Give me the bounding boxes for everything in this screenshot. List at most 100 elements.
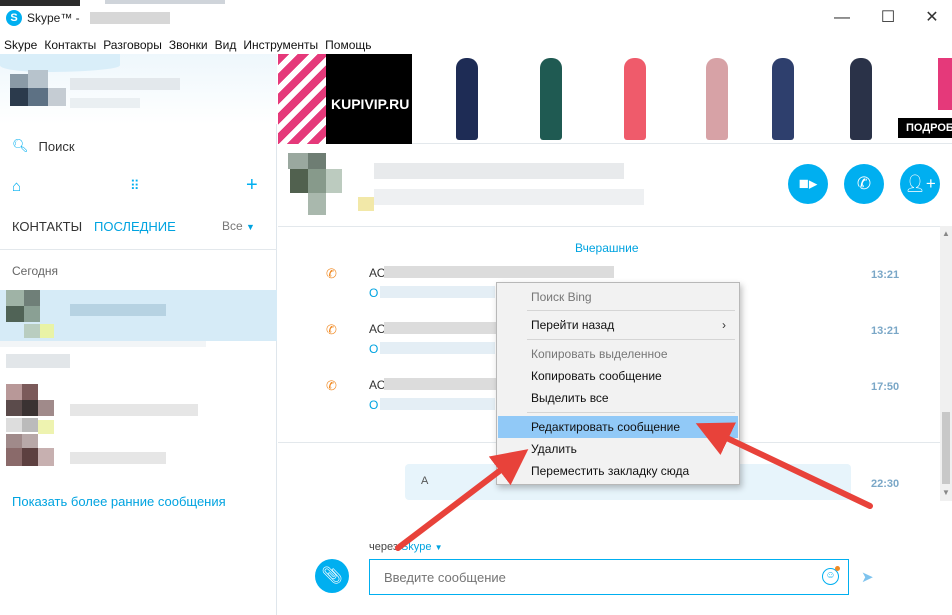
menu-item-edit-message[interactable]: Редактировать сообщение xyxy=(498,416,738,438)
ad-cta-button[interactable]: ПОДРОБ xyxy=(898,118,952,138)
menu-separator xyxy=(527,412,735,413)
call-icon: ✆ xyxy=(326,378,337,393)
message-link[interactable]: О xyxy=(369,398,378,412)
dress-image xyxy=(706,58,728,140)
recent-item[interactable] xyxy=(0,420,277,484)
profile-area[interactable] xyxy=(0,54,277,124)
menu-item-label: Перейти назад xyxy=(531,318,615,332)
message-prefix: АС xyxy=(369,266,386,280)
skype-logo-icon: S xyxy=(6,10,22,26)
dress-image xyxy=(772,58,794,140)
message-time: 22:30 xyxy=(871,478,900,490)
sidebar-toolbar: ⌂ ⠿ + xyxy=(0,174,277,198)
phone-icon: ✆ xyxy=(856,174,872,193)
context-menu: Поиск Bing Перейти назад › Копировать выд… xyxy=(496,282,740,485)
avatar-blur xyxy=(6,290,24,306)
recent-item-selected[interactable] xyxy=(0,290,277,341)
ad-stripes-decoration xyxy=(278,54,326,144)
background-tab-strip xyxy=(105,0,225,4)
name-blur xyxy=(70,304,166,316)
search-label: Поиск xyxy=(38,138,75,154)
home-icon[interactable]: ⌂ xyxy=(12,178,21,195)
menu-item-bing-search[interactable]: Поиск Bing xyxy=(498,286,738,308)
avatar-blur xyxy=(22,384,38,400)
window-title: Skype™ - xyxy=(27,11,80,25)
menu-calls[interactable]: Звонки xyxy=(169,38,208,52)
menu-help[interactable]: Помощь xyxy=(325,38,371,52)
sidebar-tabs: КОНТАКТЫ ПОСЛЕДНИЕ Все ▼ xyxy=(12,219,262,235)
menu-skype[interactable]: Skype xyxy=(4,38,37,52)
search-icon: 🔍︎ xyxy=(12,138,29,153)
menu-item-copy-selection[interactable]: Копировать выделенное xyxy=(498,343,738,365)
via-skype-link[interactable]: Skype xyxy=(401,541,432,553)
minimize-button[interactable]: — xyxy=(832,8,852,28)
send-icon[interactable]: ➤ xyxy=(861,568,874,586)
avatar-blur xyxy=(308,169,326,193)
message-input[interactable] xyxy=(369,559,849,595)
menu-conversations[interactable]: Разговоры xyxy=(103,38,162,52)
avatar-blur xyxy=(288,153,308,169)
message-prefix: А xyxy=(421,475,429,487)
filter-label: Все xyxy=(222,219,243,233)
message-text-blur xyxy=(384,378,496,390)
paperclip-icon: 📎︎ xyxy=(321,566,343,585)
message-time: 13:21 xyxy=(871,269,900,281)
avatar-blur xyxy=(10,74,28,88)
ad-banner[interactable]: KUPIVIP.RU ПОДРОБ xyxy=(278,54,952,144)
menu-bar: Skype Контакты Разговоры Звонки Вид Инст… xyxy=(0,36,952,54)
menu-item-select-all[interactable]: Выделить все xyxy=(498,387,738,409)
avatar-blur xyxy=(38,448,54,466)
name-blur xyxy=(70,78,180,90)
status-blur xyxy=(70,98,140,108)
menu-view[interactable]: Вид xyxy=(215,38,237,52)
add-person-icon: 👤︎+ xyxy=(904,174,936,193)
scrollbar-thumb[interactable] xyxy=(942,412,950,484)
row-blur xyxy=(0,341,206,347)
add-contact-icon[interactable]: + xyxy=(246,174,258,197)
add-participant-button[interactable]: 👤︎+ xyxy=(900,164,940,204)
via-prefix: через xyxy=(369,541,398,553)
chevron-down-icon: ▼ xyxy=(434,543,443,552)
scroll-up-arrow[interactable]: ▲ xyxy=(942,229,950,238)
message-link[interactable]: О xyxy=(369,342,378,356)
window-title-blurred xyxy=(90,12,170,24)
menu-item-delete[interactable]: Удалить xyxy=(498,438,738,460)
avatar-blur xyxy=(358,197,374,211)
dress-image xyxy=(540,58,562,140)
tab-contacts[interactable]: КОНТАКТЫ xyxy=(12,219,82,234)
message-prefix: АС xyxy=(369,322,386,336)
dialpad-icon[interactable]: ⠿ xyxy=(130,178,140,194)
maximize-button[interactable]: ☐ xyxy=(878,8,898,28)
row-blur xyxy=(6,354,70,368)
menu-item-go-back[interactable]: Перейти назад › xyxy=(498,314,738,336)
search-box[interactable]: 🔍︎ Поиск xyxy=(12,138,75,154)
name-blur xyxy=(70,404,198,416)
conversation-header: ■▸ ✆ 👤︎+ xyxy=(278,145,952,227)
menu-item-copy-message[interactable]: Копировать сообщение xyxy=(498,365,738,387)
message-time: 17:50 xyxy=(871,381,900,393)
message-text-blur xyxy=(380,398,495,410)
message-text-blur xyxy=(384,266,614,278)
filter-dropdown[interactable]: Все ▼ xyxy=(222,219,255,233)
call-icon: ✆ xyxy=(326,266,337,281)
avatar-blur xyxy=(40,324,54,338)
tab-recent[interactable]: ПОСЛЕДНИЕ xyxy=(94,219,176,234)
audio-call-button[interactable]: ✆ xyxy=(844,164,884,204)
scroll-down-arrow[interactable]: ▼ xyxy=(942,488,950,497)
message-link[interactable]: О xyxy=(369,286,378,300)
avatar-blur xyxy=(308,193,326,215)
menu-contacts[interactable]: Контакты xyxy=(44,38,96,52)
menu-item-move-bookmark[interactable]: Переместить закладку сюда xyxy=(498,460,738,482)
message-prefix: АС xyxy=(369,378,386,392)
avatar-blur xyxy=(22,434,38,448)
menu-tools[interactable]: Инструменты xyxy=(243,38,318,52)
attach-button[interactable]: 📎︎ xyxy=(315,559,349,593)
message-time: 13:21 xyxy=(871,325,900,337)
date-separator: Вчерашние xyxy=(575,241,639,255)
close-button[interactable]: ✕ xyxy=(922,8,942,28)
video-call-button[interactable]: ■▸ xyxy=(788,164,828,204)
menu-separator xyxy=(527,339,735,340)
show-earlier-messages-link[interactable]: Показать более ранние сообщения xyxy=(12,494,226,509)
background-window-strip xyxy=(0,0,80,6)
avatar-blur xyxy=(24,306,40,322)
